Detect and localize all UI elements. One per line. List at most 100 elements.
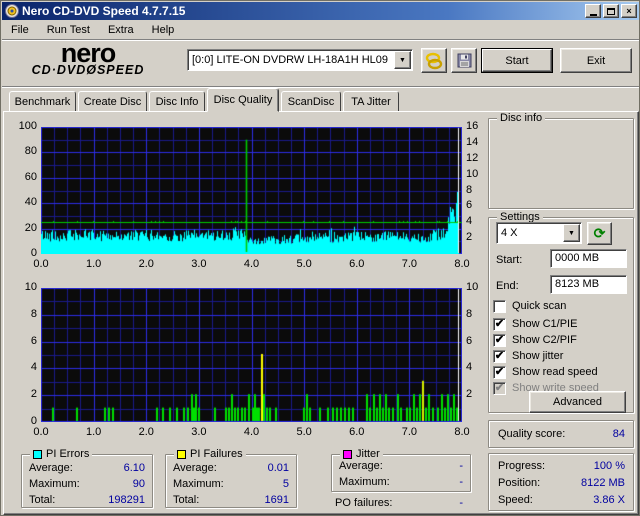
drive-selector[interactable]: [0:0] LITE-ON DVDRW LH-18A1H HL09 ▼ [187,49,413,71]
checkbox-label: Show C1/PIE [512,318,578,330]
checkbox-show-c2-pif[interactable]: ✔ Show C2/PIF [493,333,577,347]
app-icon [5,4,19,18]
checkbox-quick-scan[interactable]: Quick scan [493,299,566,313]
pie-legend-swatch [33,449,42,459]
pie-total-label: Total: [29,494,56,506]
app-window: Nero CD-DVD Speed 4.7.7.15 × File Run Te… [0,0,640,516]
po-failures-value: - [459,497,463,509]
pie-yaxis-tick: 20 [24,221,37,234]
exit-button[interactable]: Exit [560,48,632,73]
tab-scandisc[interactable]: ScanDisc [281,91,341,112]
jitter-legend-swatch [343,449,352,459]
chevron-down-icon[interactable]: ▼ [394,51,411,69]
pif-xaxis-tick: 2.0 [138,426,154,438]
nero-logo-text: nero [60,38,117,68]
pie-xaxis-tick: 6.0 [349,258,365,270]
window-title: Nero CD-DVD Speed 4.7.7.15 [22,4,186,18]
checkbox-show-read-speed[interactable]: ✔ Show read speed [493,365,598,379]
checkbox-box[interactable]: ✔ [493,349,506,363]
pif-xaxis-tick: 6.0 [349,426,365,438]
checkbox-show-jitter[interactable]: ✔ Show jitter [493,349,563,363]
advanced-button[interactable]: Advanced [529,391,626,413]
pie-average-value: 6.10 [123,462,145,474]
jitter-maximum-value: - [459,476,463,488]
speed-yaxis-tick: 12 [466,151,479,164]
start-button[interactable]: Start [481,48,553,73]
pif-yaxis-tick: 2 [30,388,37,401]
speed-yaxis-tick: 10 [466,167,479,180]
checkbox-label: Show read speed [512,366,598,378]
menu-extra[interactable]: Extra [99,22,143,38]
pie-xaxis-tick: 4.0 [243,258,260,270]
save-button[interactable] [451,48,477,73]
minimize-button[interactable] [585,4,601,18]
chevron-down-icon[interactable]: ▼ [563,224,580,242]
maximize-icon [607,7,615,15]
scan-start-label: Start: [496,254,523,266]
pie-xaxis-tick: 8.0 [454,258,470,270]
pif-xaxis-tick: 1.0 [85,426,102,438]
speed-value: 3.86 X [593,494,625,506]
start-button-label: Start [505,54,529,67]
pie-average-label: Average: [29,462,73,474]
pif-yaxis-tick-right: 10 [466,281,479,293]
progress-label: Progress: [498,460,546,472]
change-disc-button[interactable] [421,48,447,73]
menu-file[interactable]: File [2,22,38,38]
pif-yaxis-tick-right: 2 [466,388,473,401]
pif-xaxis-tick: 8.0 [454,426,470,438]
speed-selector-value: 4 X [501,227,518,239]
jitter-average-label: Average: [339,460,383,472]
pif-maximum-label: Maximum: [173,478,224,490]
refresh-button[interactable]: ⟳ [587,222,612,245]
checkbox-box[interactable]: ✔ [493,365,506,379]
speed-yaxis-tick: 2 [466,231,473,244]
checkbox-label: Quick scan [512,300,567,312]
pie-xaxis-tick: 3.0 [191,258,207,270]
checkbox-label: Show jitter [512,350,564,362]
position-value: 8122 MB [580,477,625,489]
pif-xaxis-tick: 3.0 [191,426,207,438]
speed-yaxis-tick: 14 [466,135,479,148]
menu-run-test[interactable]: Run Test [38,22,99,38]
cddvdspeed-logo-text: CD·DVDØSPEED [31,63,145,77]
tab-create-disc[interactable]: Create Disc [78,91,147,112]
change-disc-icon [425,52,443,69]
pif-chart-plot [41,288,462,422]
nero-logo: nero CD·DVDØSPEED [13,38,163,78]
pif-legend-swatch [177,449,186,459]
tab-disc-info[interactable]: Disc Info [149,91,205,112]
checkbox-show-c1-pie[interactable]: ✔ Show C1/PIE [493,317,577,331]
checkbox-label: Show C2/PIF [512,334,577,346]
pif-yaxis-tick: 8 [30,307,37,320]
menu-help[interactable]: Help [143,22,184,38]
speed-yaxis-tick: 6 [466,199,473,212]
scan-end-field[interactable]: 8123 MB [550,275,627,294]
jitter-average-value: - [459,460,463,472]
checkbox-box[interactable]: ✔ [493,317,506,331]
speed-yaxis-tick: 16 [466,120,479,132]
save-icon [457,53,471,68]
tab-disc-quality[interactable]: Disc Quality [207,88,279,112]
close-button[interactable]: × [621,4,637,18]
maximize-button[interactable] [603,4,619,18]
pie-xaxis-tick: 1.0 [85,258,102,270]
pie-yaxis-tick: 40 [24,196,37,209]
pif-xaxis-tick: 5.0 [296,426,312,438]
pif-yaxis-tick-right: 8 [466,307,473,320]
speed-selector[interactable]: 4 X ▼ [496,222,582,244]
tab-ta-jitter[interactable]: TA Jitter [343,91,399,112]
pif-average-label: Average: [173,462,217,474]
pif-xaxis-tick: 0.0 [33,426,49,438]
pi-failures-title: PI Failures [174,448,246,460]
checkbox-box[interactable]: ✔ [493,333,506,347]
exit-button-label: Exit [586,54,606,67]
scan-start-field[interactable]: 0000 MB [550,249,627,268]
checkbox-box[interactable] [493,299,506,313]
pie-total-value: 198291 [108,494,145,506]
pif-yaxis-tick-right: 6 [466,334,473,347]
pi-errors-title-text: PI Errors [46,448,90,460]
jitter-title: Jitter [340,448,383,460]
title-bar[interactable]: Nero CD-DVD Speed 4.7.7.15 × [2,2,639,20]
tab-benchmark[interactable]: Benchmark [9,91,76,112]
